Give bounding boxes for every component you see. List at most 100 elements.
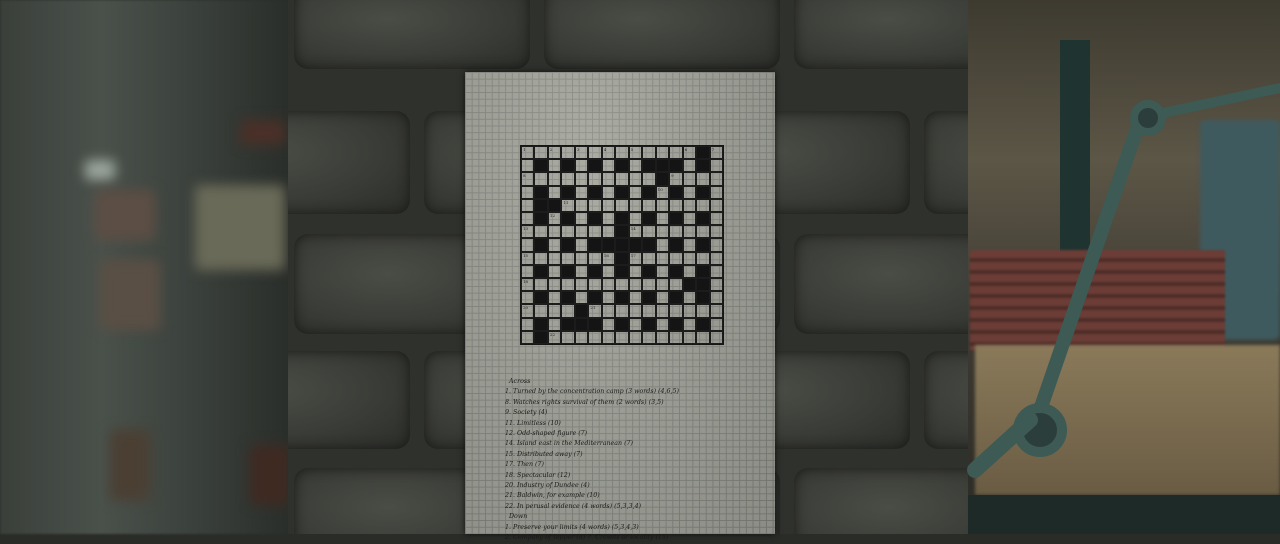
crossword-cell xyxy=(642,172,656,186)
clue-number: 10 xyxy=(657,186,663,192)
crossword-cell xyxy=(574,291,589,305)
crossword-black-square xyxy=(669,211,683,226)
clue-line: 2. Company of topper (8) 7. Crowds or lo… xyxy=(505,534,669,542)
crossword-cell xyxy=(521,330,535,344)
crossword-black-square xyxy=(642,317,656,331)
crossword-cell xyxy=(628,185,643,199)
crossword-cell: 20 xyxy=(521,304,535,318)
crossword-cell xyxy=(574,238,589,252)
crossword-cell xyxy=(655,277,670,292)
crossword-cell xyxy=(521,264,535,278)
clue-heading: Across xyxy=(509,378,531,385)
crossword-cell xyxy=(574,225,589,239)
crossword-black-square xyxy=(669,291,683,305)
crossword-cell xyxy=(534,304,548,318)
crossword-black-square xyxy=(588,238,602,252)
crossword-black-square xyxy=(628,238,643,252)
lamp-arm xyxy=(967,83,1280,478)
crossword-cell xyxy=(547,277,562,292)
crossword-cell xyxy=(547,159,562,173)
crossword-black-square xyxy=(696,264,710,278)
crossword-cell xyxy=(628,304,643,318)
crossword-cell xyxy=(709,277,723,292)
clue-number: 11 xyxy=(563,199,569,205)
crossword-black-square xyxy=(642,291,656,305)
crossword-cell xyxy=(574,211,589,226)
crossword-cell xyxy=(682,172,697,186)
crossword-paper: 1 2 3 4 5 6 7 8 9 10 11 12 13 14 15 16 17 18 20 21 22 Across… xyxy=(465,72,775,541)
clue-number: 21 xyxy=(590,305,596,311)
crossword-cell xyxy=(628,264,643,278)
crossword-cell: 12 xyxy=(547,211,562,226)
crossword-cell xyxy=(588,172,602,186)
crossword-cell xyxy=(655,251,670,265)
crossword-cell xyxy=(615,198,629,212)
crossword-black-square xyxy=(615,264,629,278)
crossword-black-square xyxy=(696,159,710,173)
crossword-black-square xyxy=(696,317,710,331)
crossword-cell xyxy=(709,225,723,239)
crossword-cell xyxy=(709,330,723,344)
crossword-cell xyxy=(547,251,562,265)
crossword-cell xyxy=(601,264,616,278)
crossword-cell xyxy=(682,225,697,239)
clue-line: 9. Society (4) xyxy=(505,409,548,417)
crossword-cell xyxy=(588,251,602,265)
crossword-black-square xyxy=(534,159,548,173)
crossword-cell xyxy=(547,264,562,278)
crossword-black-square xyxy=(642,185,656,199)
crossword-black-square xyxy=(655,172,670,186)
crossword-black-square xyxy=(534,264,548,278)
crossword-black-square xyxy=(588,317,602,331)
crossword-cell xyxy=(669,277,683,292)
crossword-cell xyxy=(561,251,575,265)
crossword-cell xyxy=(521,159,535,173)
crossword-cell xyxy=(642,304,656,318)
crossword-cell xyxy=(642,198,656,212)
crossword-cell xyxy=(521,317,535,331)
clue-number: 12 xyxy=(549,212,556,218)
crossword-black-square xyxy=(615,225,629,239)
crossword-cell xyxy=(601,198,616,212)
crossword-black-square xyxy=(588,159,602,173)
crossword-cell: 6 xyxy=(682,146,697,160)
crossword-black-square xyxy=(534,330,548,344)
crossword-cell xyxy=(669,198,683,212)
crossword-cell xyxy=(574,277,589,292)
crossword-cell xyxy=(601,277,616,292)
crossword-cell xyxy=(628,317,643,331)
crossword-cell: 22 xyxy=(547,330,562,344)
crossword-black-square xyxy=(669,264,683,278)
crossword-cell xyxy=(642,251,656,265)
clue-number: 9 xyxy=(671,173,674,179)
crossword-cell xyxy=(534,277,548,292)
clue-line: 11. Limitless (10) xyxy=(505,419,561,427)
crossword-cell xyxy=(561,146,575,160)
crossword-cell xyxy=(615,330,629,344)
clue-number: 14 xyxy=(630,226,636,232)
crossword-cell xyxy=(682,264,697,278)
crossword-black-square xyxy=(534,238,548,252)
crossword-cell xyxy=(669,304,683,318)
crossword-black-square xyxy=(696,146,710,160)
crossword-black-square xyxy=(669,159,683,173)
clue-number: 16 xyxy=(603,252,609,258)
crossword-cell: 13 xyxy=(521,225,535,239)
crossword-cell xyxy=(601,291,616,305)
crossword-cell xyxy=(588,146,602,160)
crossword-cell xyxy=(655,317,670,331)
crossword-cell xyxy=(534,251,548,265)
crossword-cell xyxy=(628,172,643,186)
crossword-cell xyxy=(696,172,710,186)
crossword-clues: Across 1. Turned by the concentration cam… xyxy=(505,377,775,544)
crossword-cell xyxy=(574,185,589,199)
crossword-cell xyxy=(601,304,616,318)
crossword-cell xyxy=(709,304,723,318)
crossword-cell xyxy=(655,198,670,212)
crossword-black-square xyxy=(642,238,656,252)
crossword-cell xyxy=(655,211,670,226)
crossword-cell xyxy=(709,238,723,252)
crossword-cell xyxy=(696,198,710,212)
crossword-cell xyxy=(655,304,670,318)
clue-number: 3 xyxy=(576,147,580,152)
